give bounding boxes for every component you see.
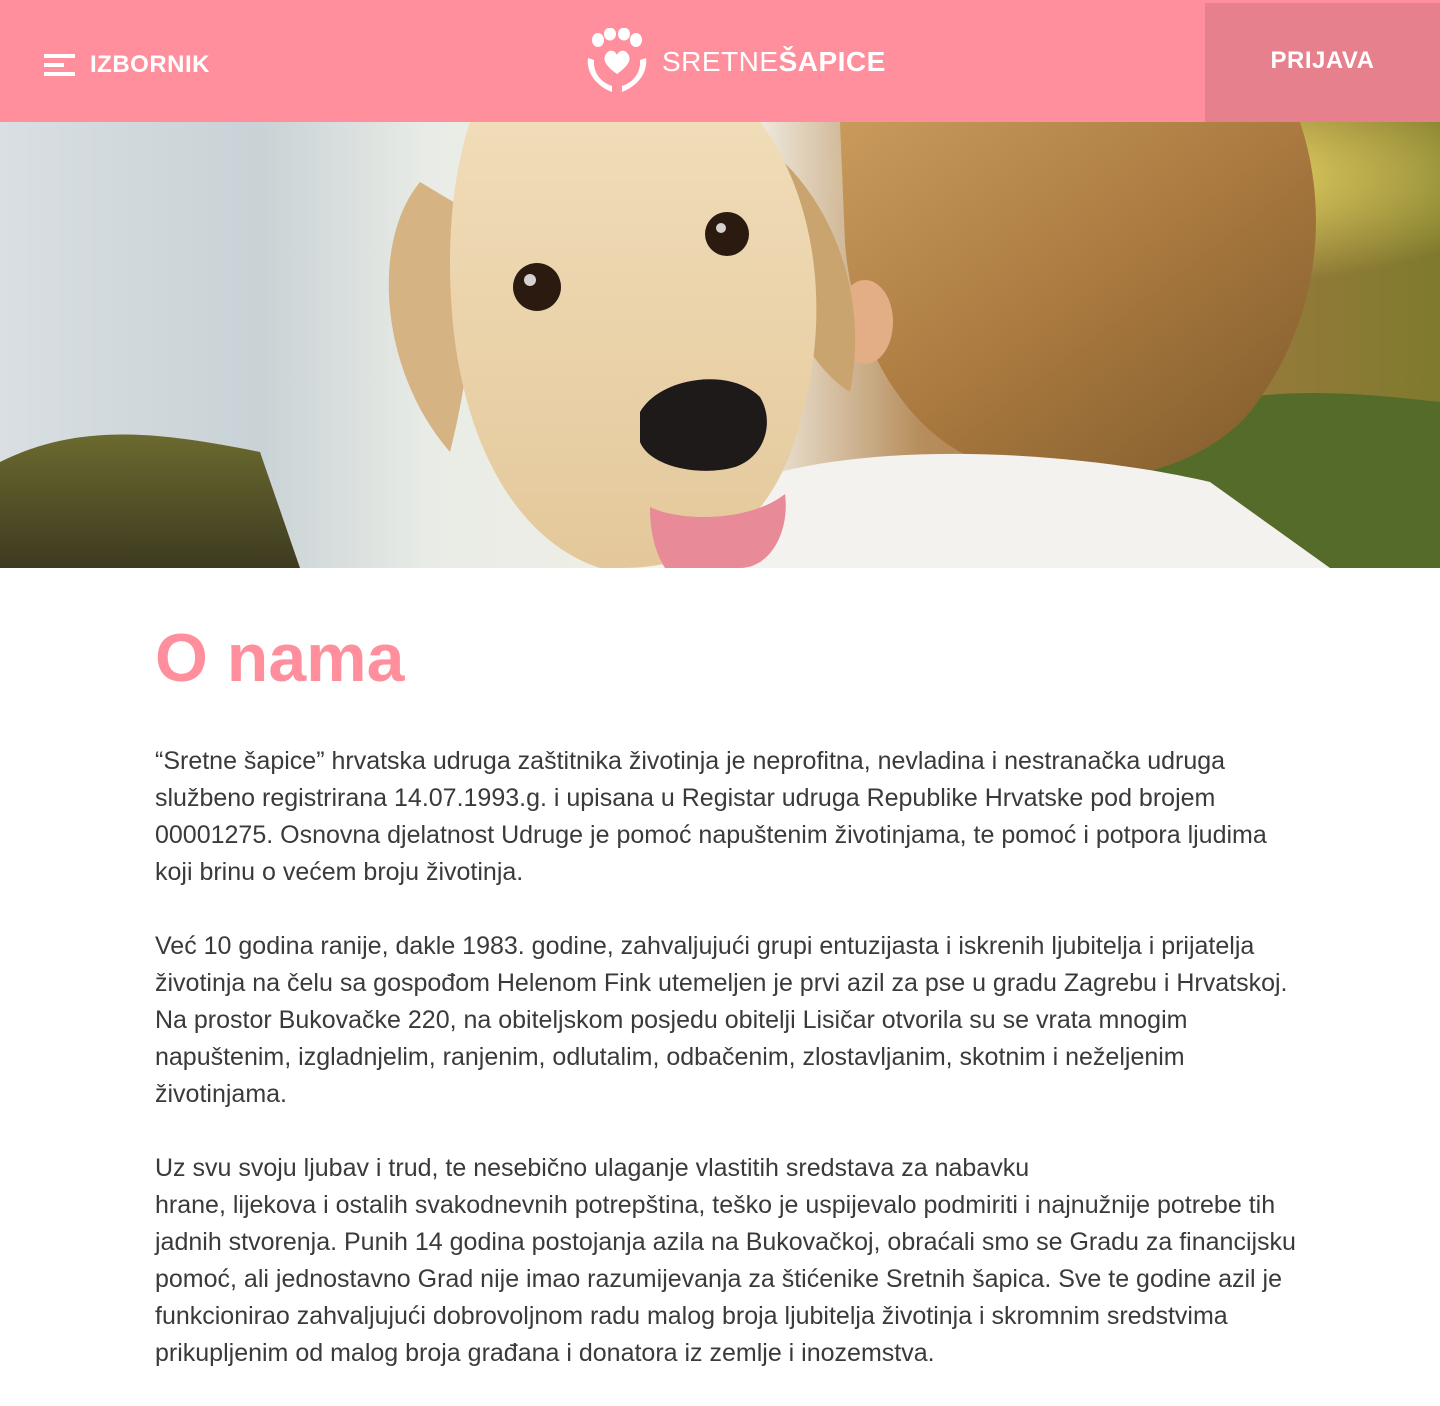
hamburger-icon	[44, 52, 75, 78]
logo-text: SRETNEŠAPICE	[662, 46, 886, 78]
site-logo[interactable]: SRETNEŠAPICE	[584, 28, 886, 96]
hero-illustration	[0, 122, 1440, 568]
about-paragraph-3: Uz svu svoju ljubav i trud, te nesebično…	[155, 1154, 1296, 1367]
main-content: O nama “Sretne šapice” hrvatska udruga z…	[155, 610, 1305, 1406]
about-paragraph-2: Već 10 godina ranije, dakle 1983. godine…	[155, 932, 1288, 1108]
logo-text-light: SRETNE	[662, 46, 779, 77]
page-title: O nama	[155, 620, 405, 696]
site-header: IZBORNIK SRETNEŠAPICE PRIJAVA	[0, 0, 1440, 122]
logo-text-bold: ŠAPICE	[778, 46, 886, 77]
menu-label: IZBORNIK	[90, 51, 210, 78]
about-paragraph-1: “Sretne šapice” hrvatska udruga zaštitni…	[155, 747, 1267, 886]
login-button[interactable]: PRIJAVA	[1205, 3, 1440, 122]
hero-image	[0, 122, 1440, 568]
paw-heart-hands-logo-icon	[587, 28, 647, 92]
menu-button[interactable]: IZBORNIK	[44, 48, 210, 82]
